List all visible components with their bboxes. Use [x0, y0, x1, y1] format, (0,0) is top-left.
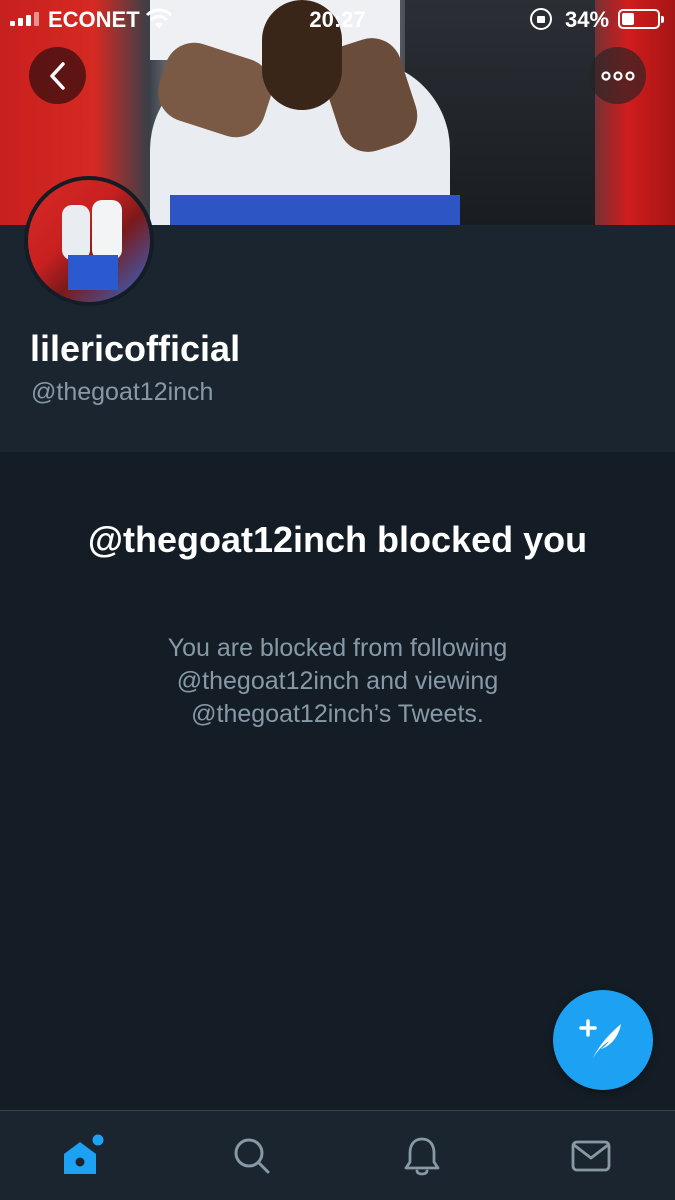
back-button[interactable] [29, 47, 86, 104]
compose-tweet-icon [579, 1019, 621, 1058]
orientation-lock-icon [530, 8, 552, 30]
blocked-title: @thegoat12inch blocked you [87, 519, 588, 560]
tab-home[interactable] [0, 1111, 168, 1200]
tab-notifications[interactable] [338, 1111, 506, 1200]
avatar[interactable] [24, 176, 154, 306]
chevron-left-icon [49, 61, 65, 90]
battery-percent: 34% [565, 7, 610, 32]
bell-icon [404, 1137, 440, 1176]
blocked-description: You are blocked from following @thegoat1… [167, 634, 508, 728]
compose-tweet-button[interactable] [553, 990, 653, 1090]
battery-icon [618, 9, 664, 29]
search-icon [234, 1138, 270, 1174]
profile-handle: @thegoat12inch [31, 378, 214, 406]
mail-icon [571, 1140, 611, 1172]
tab-messages[interactable] [507, 1111, 675, 1200]
status-bar: ECONET 20:27 34% [0, 0, 675, 38]
tab-search[interactable] [168, 1111, 336, 1200]
home-icon [64, 1134, 104, 1174]
more-options-button[interactable] [589, 47, 646, 104]
display-name: lilericofficial [30, 328, 241, 369]
bottom-navigation [0, 1110, 675, 1200]
more-horizontal-icon [600, 70, 635, 81]
